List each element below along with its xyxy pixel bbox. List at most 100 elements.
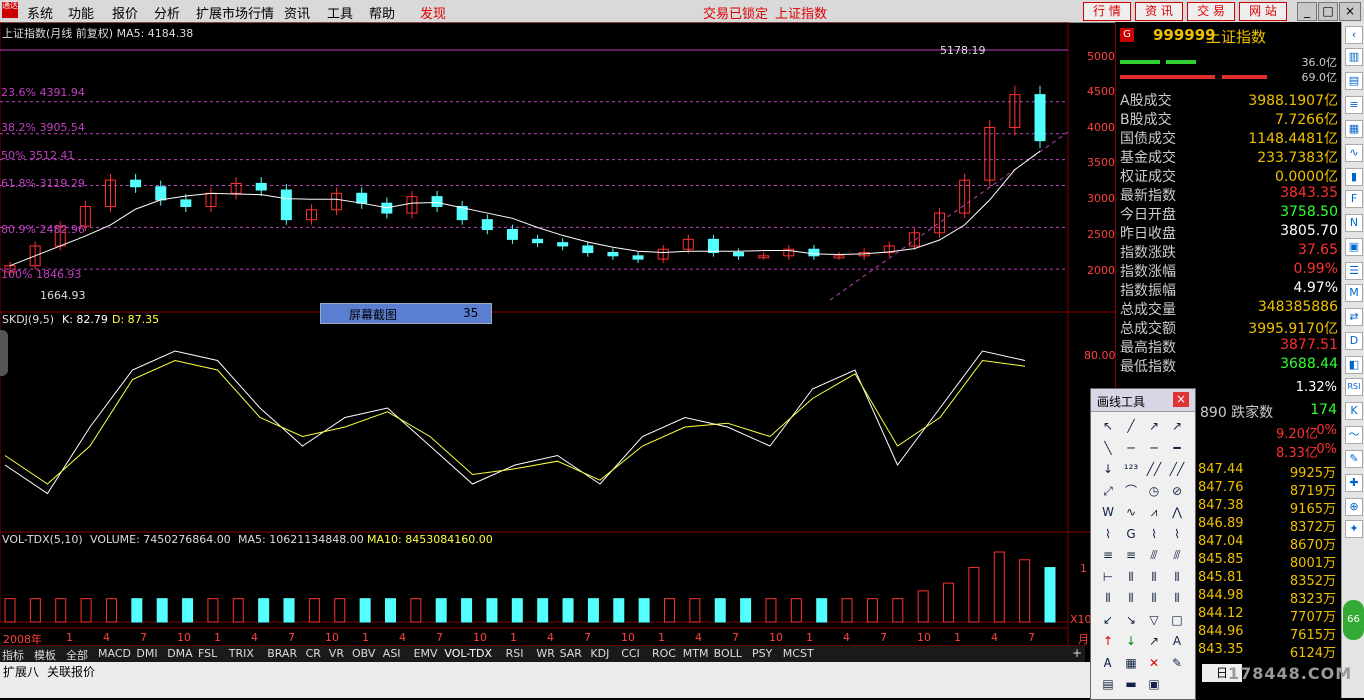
drawing-tool-icon[interactable]: ⌇: [1145, 525, 1163, 543]
drawing-tool-icon[interactable]: [1168, 675, 1186, 693]
drawing-tool-icon[interactable]: ⌇: [1099, 525, 1117, 543]
drawing-tool-icon[interactable]: ⦀: [1122, 589, 1140, 607]
drawing-tool-icon[interactable]: ╱: [1122, 417, 1140, 435]
drawing-tool-icon[interactable]: W: [1099, 503, 1117, 521]
drawing-tool-icon[interactable]: ✕: [1145, 654, 1163, 672]
toolbar-cross-icon[interactable]: ✚: [1345, 474, 1363, 492]
drawing-tool-icon[interactable]: ⦀: [1145, 589, 1163, 607]
indicator-tab[interactable]: SAR: [560, 647, 582, 660]
close-icon[interactable]: ×: [1339, 2, 1361, 21]
menu-extended-market[interactable]: 扩展市场行情: [196, 3, 274, 22]
toolbar-table-icon[interactable]: ▣: [1345, 238, 1363, 256]
menu-discover[interactable]: 发现: [420, 3, 446, 22]
indicator-tab[interactable]: ROC: [652, 647, 676, 660]
drawing-tool-icon[interactable]: ⫻: [1168, 546, 1186, 564]
indicator-tab[interactable]: 模板: [34, 647, 56, 663]
drawing-tool-icon[interactable]: ↙: [1099, 611, 1117, 629]
trade-button[interactable]: 交 易: [1187, 2, 1235, 21]
minimize-icon[interactable]: _: [1297, 2, 1317, 21]
drawing-tool-icon[interactable]: ↗: [1168, 417, 1186, 435]
drawing-tool-icon[interactable]: ↓: [1099, 460, 1117, 478]
drawing-tool-icon[interactable]: ↖: [1099, 417, 1117, 435]
drawing-tool-icon[interactable]: □: [1168, 611, 1186, 629]
indicator-tab[interactable]: MTM: [683, 647, 709, 660]
drawing-tool-window[interactable]: 画线工具 × ↖ ╱ ↗ ↗ ╲ ─ ─ ━ ↓ ¹²³ ╱╱ ╱╱ ⤢ ⌒ ◷ ⊘ W ∿ ⩘ ⋀ ⌇ G ⌇ ⌇ ≡ ≡ ⫻ ⫻ ⊢…: [1090, 388, 1196, 700]
toolbar-trend-icon[interactable]: ∿: [1345, 144, 1363, 162]
toolbar-macd-icon[interactable]: M: [1345, 284, 1363, 302]
quote-button[interactable]: 行 情: [1083, 2, 1131, 21]
toolbar-signal-icon[interactable]: ✦: [1345, 520, 1363, 538]
drawing-tool-icon[interactable]: ▤: [1099, 675, 1117, 693]
drawing-tool-titlebar[interactable]: 画线工具 ×: [1091, 389, 1195, 412]
toolbar-bar-icon[interactable]: ▮: [1345, 168, 1363, 186]
indicator-tab[interactable]: DMA: [167, 647, 193, 660]
toolbar-kdj-icon[interactable]: K: [1345, 402, 1363, 420]
drawing-tool-icon[interactable]: ≡: [1122, 546, 1140, 564]
drawing-tool-icon[interactable]: ⊢: [1099, 568, 1117, 586]
drawing-tool-icon[interactable]: ▬: [1122, 675, 1140, 693]
indicator-tab[interactable]: ASI: [383, 647, 401, 660]
website-button[interactable]: 网 站: [1239, 2, 1287, 21]
menu-analysis[interactable]: 分析: [154, 3, 180, 22]
drawing-tool-icon[interactable]: ↓: [1122, 632, 1140, 650]
drawing-tool-icon[interactable]: ↑: [1099, 632, 1117, 650]
menu-help[interactable]: 帮助: [369, 3, 395, 22]
drawing-tool-icon[interactable]: G: [1122, 525, 1140, 543]
drawing-tool-icon[interactable]: ╲: [1099, 439, 1117, 457]
drawing-tool-icon[interactable]: ⤢: [1099, 482, 1117, 500]
indicator-tab[interactable]: FSL: [198, 647, 217, 660]
drawing-tool-icon[interactable]: ✎: [1168, 654, 1186, 672]
drawing-tool-icon[interactable]: ▦: [1122, 654, 1140, 672]
drawing-tool-icon[interactable]: ⊘: [1168, 482, 1186, 500]
drawing-tool-icon[interactable]: ↗: [1145, 417, 1163, 435]
menu-info[interactable]: 资讯: [284, 3, 310, 22]
trade-lock-status[interactable]: 交易已锁定: [703, 3, 768, 22]
drawing-tool-icon[interactable]: ∿: [1122, 503, 1140, 521]
drawing-tool-icon[interactable]: ─: [1145, 439, 1163, 457]
drawing-tool-icon[interactable]: ↘: [1122, 611, 1140, 629]
indicator-tab[interactable]: VR: [329, 647, 344, 660]
indicator-tab[interactable]: BRAR: [267, 647, 297, 660]
toolbar-rsi-icon[interactable]: RSI: [1345, 378, 1363, 396]
market-g-icon[interactable]: G: [1120, 28, 1134, 42]
drawing-tool-icon[interactable]: ↗: [1145, 632, 1163, 650]
indicator-tab[interactable]: OBV: [352, 647, 375, 660]
menu-function[interactable]: 功能: [68, 3, 94, 22]
maximize-icon[interactable]: □: [1318, 2, 1338, 21]
side-collapse-handle[interactable]: [0, 330, 8, 376]
drawing-tool-icon[interactable]: ⫻: [1145, 546, 1163, 564]
drawing-tool-icon[interactable]: ⌇: [1168, 525, 1186, 543]
indicator-tab[interactable]: CR: [306, 647, 321, 660]
drawing-tool-icon[interactable]: ≡: [1099, 546, 1117, 564]
drawing-tool-close-icon[interactable]: ×: [1173, 392, 1189, 407]
drawing-tool-icon[interactable]: ⦀: [1099, 589, 1117, 607]
toolbar-chevron-icon[interactable]: ‹: [1345, 26, 1363, 44]
indicator-tab[interactable]: MACD: [98, 647, 131, 660]
indicator-tab[interactable]: 全部: [66, 647, 88, 663]
toolbar-draw-icon[interactable]: ✎: [1345, 450, 1363, 468]
toolbar-zoom-icon[interactable]: ⊕: [1345, 498, 1363, 516]
indicator-tab[interactable]: 指标: [2, 647, 24, 663]
indicator-tab[interactable]: EMV: [414, 647, 438, 660]
toolbar-news-icon[interactable]: N: [1345, 214, 1363, 232]
drawing-tool-icon[interactable]: ⋀: [1168, 503, 1186, 521]
toolbar-dmi-icon[interactable]: D: [1345, 332, 1363, 350]
drawing-tool-icon[interactable]: ━: [1168, 439, 1186, 457]
chart-canvas[interactable]: [0, 22, 1115, 645]
indicator-tab[interactable]: KDJ: [590, 647, 609, 660]
drawing-tool-icon[interactable]: ╱╱: [1145, 460, 1163, 478]
drawing-tool-icon[interactable]: ⦀: [1168, 589, 1186, 607]
drawing-tool-icon[interactable]: ◷: [1145, 482, 1163, 500]
indicator-tab[interactable]: MCST: [783, 647, 814, 660]
indicator-tab[interactable]: WR: [536, 647, 555, 660]
drawing-tool-icon[interactable]: ¹²³: [1122, 460, 1140, 478]
indicator-tab[interactable]: TRIX: [229, 647, 254, 660]
screenshot-popup[interactable]: 屏幕截图 35: [320, 303, 492, 324]
drawing-tool-icon[interactable]: ▣: [1145, 675, 1163, 693]
toolbar-list-icon[interactable]: ≡: [1345, 96, 1363, 114]
toolbar-grid-icon[interactable]: ▦: [1345, 120, 1363, 138]
toolbar-compare-icon[interactable]: ⇄: [1345, 308, 1363, 326]
menu-tools[interactable]: 工具: [327, 3, 353, 22]
toolbar-rank-icon[interactable]: ☰: [1345, 262, 1363, 280]
toolbar-indicator-icon[interactable]: ◧: [1345, 356, 1363, 374]
